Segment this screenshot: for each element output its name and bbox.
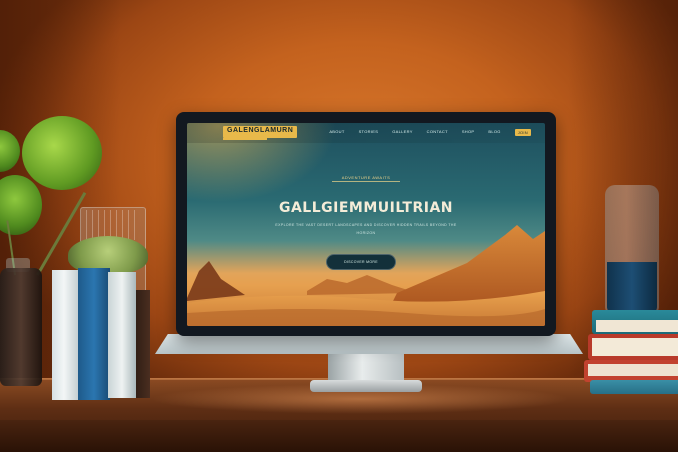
hero-subtitle: EXPLORE THE VAST DESERT LANDSCAPES AND D… [275, 223, 457, 235]
hero-title: GALLGIEMMUILTRIAN [278, 200, 454, 216]
nav-menu: ABOUT STORIES GALLERY CONTACT SHOP BLOG … [329, 129, 531, 136]
nav-item[interactable]: STORIES [359, 129, 379, 136]
nav-item[interactable]: GALLERY [392, 129, 412, 136]
book-pages [592, 338, 678, 356]
nav-cta-button[interactable]: JOIN [514, 129, 531, 136]
book-pages [596, 320, 678, 332]
desk-scene: GALENGLAMURN ABOUT STORIES GALLERY CONTA… [0, 0, 678, 452]
monitor-chin [155, 334, 583, 354]
nav-item[interactable]: CONTACT [427, 129, 448, 136]
nav-item[interactable]: BLOG [488, 129, 500, 136]
site-nav: GALENGLAMURN ABOUT STORIES GALLERY CONTA… [187, 123, 545, 143]
book-teal-bottom [590, 380, 678, 394]
site-logo[interactable]: GALENGLAMURN [223, 126, 298, 138]
monitor-stand-base [310, 380, 422, 392]
hero-kicker-line [332, 181, 400, 182]
book-left-grey [108, 272, 136, 398]
book-left-blue [78, 268, 110, 400]
hero-kicker: ADVENTURE AWAITS [341, 175, 391, 180]
bottle-liquid [607, 262, 657, 313]
monitor: GALENGLAMURN ABOUT STORIES GALLERY CONTA… [176, 112, 556, 336]
glass-jar-icon [0, 268, 42, 386]
nav-item[interactable]: SHOP [462, 129, 475, 136]
plant-foliage-main [22, 116, 102, 190]
nav-item[interactable]: ABOUT [329, 129, 344, 136]
logo-underline [223, 138, 267, 140]
desk-front [0, 420, 678, 452]
hero-cta-button[interactable]: DISCOVER MORE [326, 254, 396, 270]
book-pages [588, 364, 678, 376]
monitor-screen: GALENGLAMURN ABOUT STORIES GALLERY CONTA… [187, 123, 545, 326]
